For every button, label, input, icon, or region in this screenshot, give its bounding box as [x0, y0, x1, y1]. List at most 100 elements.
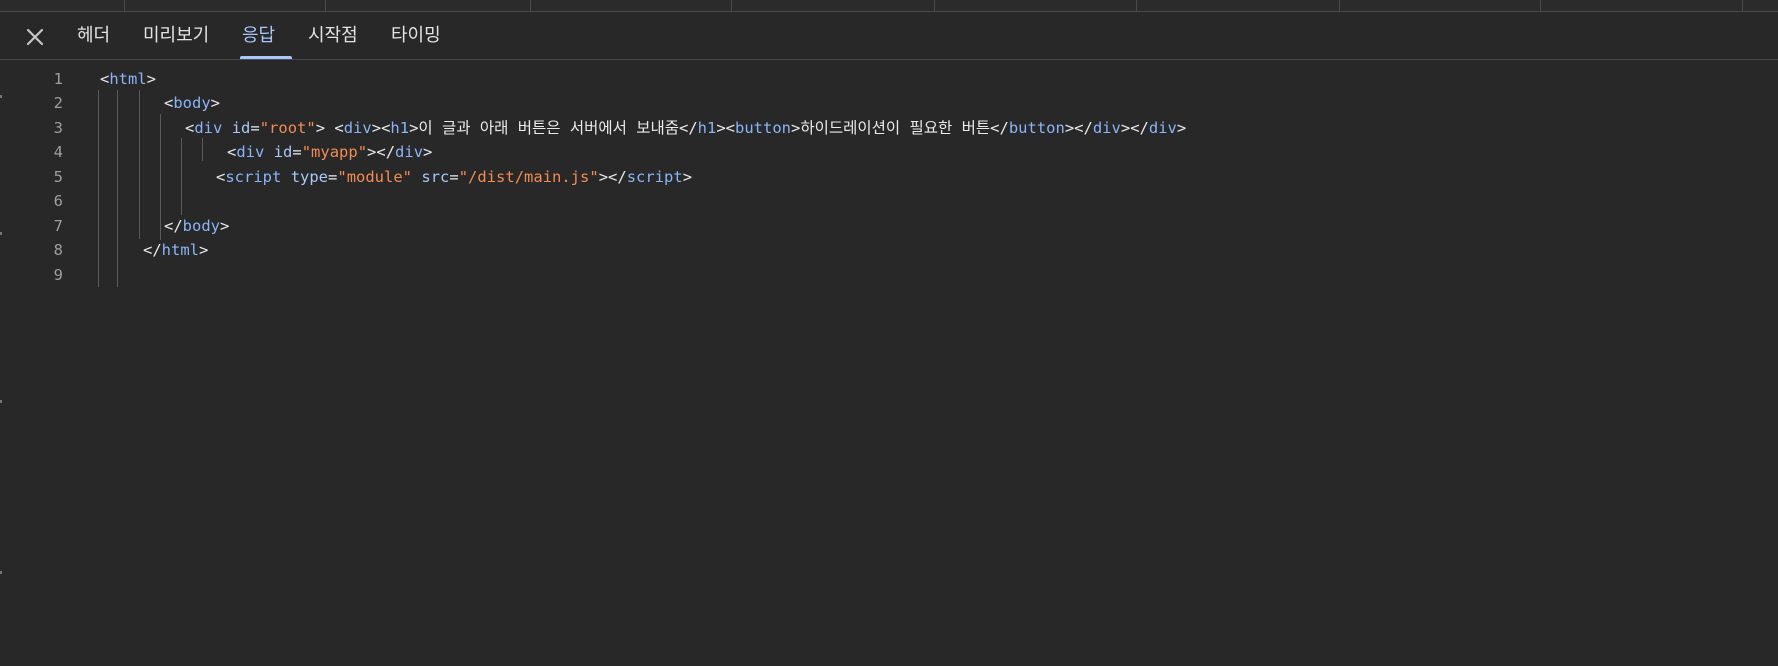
tab-timing[interactable]: 타이밍	[391, 12, 441, 59]
code-token: >	[682, 168, 693, 186]
code-token: div	[395, 143, 424, 161]
indent-guide	[202, 138, 203, 161]
response-code-viewer[interactable]: 1 2 3 4 5 6 7 8 9 <html> <body> <div id=…	[0, 60, 1778, 666]
edge-marker	[0, 400, 2, 403]
code-token: type	[290, 168, 329, 186]
code-line-7: </body>	[164, 214, 229, 238]
code-token: >	[210, 94, 221, 112]
line-number: 2	[53, 94, 63, 112]
tab-initiator[interactable]: 시작점	[308, 12, 358, 59]
code-token: div	[236, 143, 265, 161]
code-line-5: <script type="module" src="/dist/main.js…	[216, 165, 692, 189]
code-token: body	[182, 217, 220, 235]
tab-headers[interactable]: 헤더	[77, 12, 110, 59]
code-token: >	[1064, 119, 1075, 137]
close-icon	[26, 28, 44, 46]
code-token: >	[371, 119, 382, 137]
code-token: id	[273, 143, 293, 161]
code-text: 이 글과 아래 버튼은 서버에서 보내줌	[418, 119, 679, 137]
column-divider	[530, 0, 531, 11]
code-token: </	[1130, 119, 1149, 137]
code-token: >	[1120, 119, 1131, 137]
code-token: </	[143, 241, 162, 259]
code-token: "myapp"	[301, 143, 368, 161]
indent-guide	[181, 138, 182, 215]
column-divider	[1339, 0, 1340, 11]
column-divider	[1136, 0, 1137, 11]
indent-guide	[98, 90, 99, 287]
edge-marker	[0, 571, 2, 574]
code-token: button	[735, 119, 792, 137]
code-token: >	[315, 119, 335, 137]
code-token: script	[225, 168, 282, 186]
code-token: =	[250, 119, 260, 137]
code-token: =	[328, 168, 338, 186]
code-token: </	[376, 143, 396, 161]
line-number: 1	[53, 70, 63, 88]
code-token: >	[598, 168, 609, 186]
indent-guide	[139, 90, 140, 239]
code-token: "/dist/main.js"	[458, 168, 599, 186]
code-token: >	[423, 143, 433, 161]
code-token: >	[220, 217, 230, 235]
code-token: <	[216, 168, 226, 186]
code-token: </	[678, 119, 698, 137]
code-token: div	[343, 119, 372, 137]
code-token: body	[173, 94, 211, 112]
code-line-4: <div id="myapp"></div>	[227, 140, 432, 164]
code-line-1: <html>	[100, 67, 156, 91]
code-token: <	[185, 119, 195, 137]
active-tab-indicator	[240, 56, 292, 59]
code-token: >	[199, 241, 209, 259]
code-token: <	[164, 94, 174, 112]
code-token: </	[164, 217, 183, 235]
code-token: <	[334, 119, 344, 137]
code-token: >	[146, 70, 157, 88]
column-divider	[1742, 0, 1743, 11]
code-token: script	[626, 168, 683, 186]
tab-preview[interactable]: 미리보기	[143, 12, 209, 59]
close-button[interactable]	[24, 26, 46, 48]
response-tab-bar: 헤더 미리보기 응답 시작점 타이밍	[0, 12, 1778, 60]
code-line-8: </html>	[143, 238, 208, 262]
column-divider	[325, 0, 326, 11]
code-token: html	[161, 241, 199, 259]
code-token: </	[990, 119, 1009, 137]
line-number: 9	[53, 266, 63, 284]
indent-guide	[117, 90, 118, 287]
tab-response[interactable]: 응답	[242, 12, 275, 59]
code-token: div	[1092, 119, 1121, 137]
code-token: <	[100, 70, 110, 88]
top-column-strip	[0, 0, 1778, 12]
code-token: <	[725, 119, 736, 137]
code-token: h1	[697, 119, 717, 137]
code-token: >	[716, 119, 726, 137]
code-line-2: <body>	[164, 91, 220, 115]
code-token: >	[367, 143, 377, 161]
column-divider	[1540, 0, 1541, 11]
code-token: button	[1008, 119, 1065, 137]
line-number: 3	[53, 119, 63, 137]
code-token: div	[194, 119, 223, 137]
code-token: =	[292, 143, 302, 161]
line-number: 7	[53, 217, 63, 235]
code-token: div	[1148, 119, 1177, 137]
code-token: </	[608, 168, 627, 186]
line-number: 4	[53, 143, 63, 161]
edge-marker	[0, 95, 2, 98]
edge-marker	[0, 232, 2, 235]
column-divider	[731, 0, 732, 11]
code-token: "module"	[337, 168, 413, 186]
column-divider	[124, 0, 125, 11]
indent-guide	[160, 114, 161, 240]
code-token: src	[421, 168, 450, 186]
code-token: <	[227, 143, 237, 161]
code-token: html	[109, 70, 147, 88]
line-number: 5	[53, 168, 63, 186]
code-token: "root"	[259, 119, 316, 137]
code-token: id	[231, 119, 251, 137]
